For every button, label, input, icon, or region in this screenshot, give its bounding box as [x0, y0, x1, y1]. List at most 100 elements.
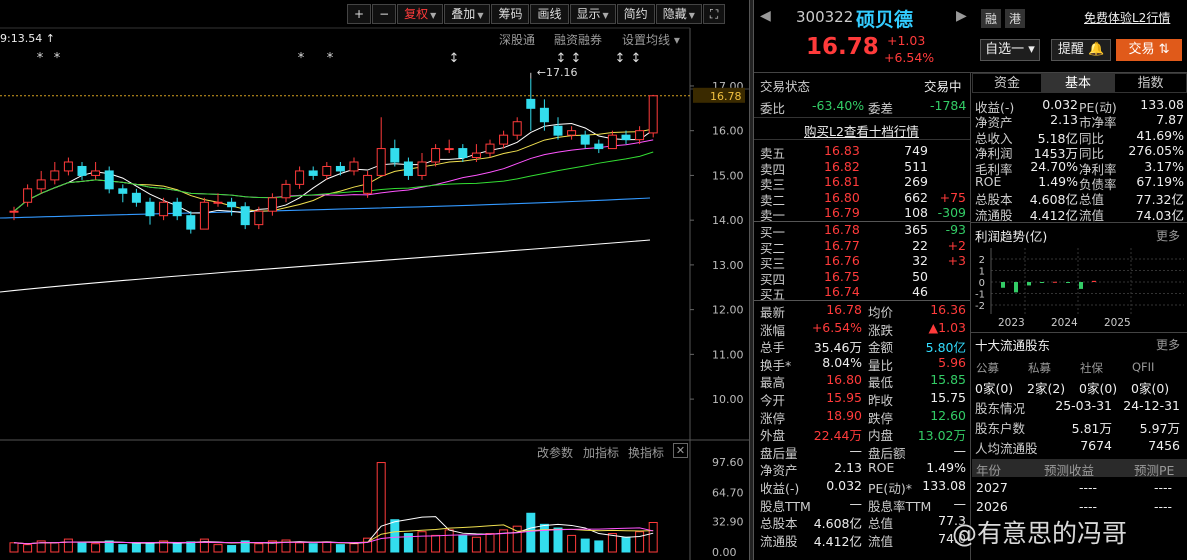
holder-row-b: 7456	[1148, 438, 1180, 453]
order-price: 16.77	[824, 237, 860, 253]
current-price-label: 16.78	[710, 90, 742, 103]
order-price: 16.79	[824, 205, 860, 220]
volume-bar	[50, 542, 60, 553]
quote-label: 流通股	[760, 533, 798, 549]
quote-value: 4.608亿	[813, 516, 862, 532]
order-price: 16.76	[824, 253, 860, 268]
zoom-in-button[interactable]: +	[347, 4, 372, 24]
volume-bar	[580, 538, 590, 553]
link-hsgt[interactable]: 深股通	[499, 31, 535, 48]
hide-label: 隐藏	[662, 7, 687, 21]
free-l2-link[interactable]: 免费体验L2行情	[1084, 9, 1170, 26]
chevron-down-icon: ▼	[430, 11, 437, 20]
holder-row-a: 25-03-31	[1055, 398, 1112, 413]
link-ma-settings[interactable]: 设置均线 ▾	[622, 31, 680, 48]
volume-bar	[172, 543, 182, 553]
forecast-eps: ----	[1079, 499, 1098, 514]
holder-count: 0家(0)	[1131, 381, 1170, 396]
candle-body	[580, 134, 590, 145]
add-indicator-button[interactable]: 加指标	[583, 444, 619, 461]
holder-count: 0家(0)	[1079, 381, 1118, 396]
quote-value: 16.78	[826, 302, 862, 317]
kline-svg[interactable]: 17.0016.0015.0014.0013.0012.0011.0010.00…	[0, 0, 749, 560]
expand-icon[interactable]: ⛶	[702, 4, 726, 24]
forecast-pe: ----	[1154, 499, 1173, 514]
change-params-button[interactable]: 改参数	[537, 444, 573, 461]
fund-value: 1.49%	[1038, 174, 1078, 189]
volume-bar	[349, 543, 359, 553]
volume-bar	[308, 543, 318, 553]
profit-ytick: -2	[975, 301, 985, 312]
volume-bar	[431, 534, 441, 553]
order-change: -93	[945, 222, 966, 237]
holders-more-link[interactable]: 更多	[1156, 336, 1180, 353]
order-volume: 269	[904, 174, 928, 189]
bell-icon: 🔔	[1087, 42, 1105, 57]
prev-stock-icon[interactable]: ◀	[760, 8, 771, 24]
alert-button[interactable]: 提醒 🔔	[1051, 39, 1111, 61]
volume-axis-label: 97.60	[712, 456, 744, 469]
candle-body	[512, 121, 522, 136]
chips-button[interactable]: 筹码	[491, 4, 530, 24]
time-readout: 9:13.54 ↑	[0, 32, 55, 45]
self-select-button[interactable]: 自选一 ▾	[980, 39, 1040, 61]
overlay-button[interactable]: 叠加 ▼	[444, 4, 491, 24]
quote-label: 总手	[760, 340, 786, 356]
adjust-button[interactable]: 复权 ▼	[397, 4, 444, 24]
draw-line-button[interactable]: 画线	[530, 4, 569, 24]
ma-line-5	[13, 123, 654, 214]
order-price: 16.82	[824, 158, 860, 174]
event-marker: ↕	[449, 51, 460, 66]
trade-status-label: 交易状态	[760, 79, 811, 94]
quote-label: PE(动)*	[868, 481, 912, 496]
trade-button[interactable]: 交易 ⇅	[1116, 39, 1182, 61]
order-volume: 32	[912, 253, 928, 268]
volume-bar	[322, 541, 332, 553]
display-button[interactable]: 显示 ▼	[569, 4, 616, 24]
ma-settings-label: 设置均线	[622, 33, 671, 47]
tab-basic[interactable]: 基本	[1042, 73, 1114, 93]
candle-body	[376, 148, 386, 176]
candle-body	[91, 170, 101, 176]
profit-year-label: 2023	[998, 317, 1025, 329]
peak-price-label: ←17.16	[537, 66, 578, 79]
candle-body	[417, 161, 427, 176]
hide-button[interactable]: 隐藏 ▼	[655, 4, 702, 24]
candle-body	[567, 130, 577, 136]
profit-more-link[interactable]: 更多	[1156, 227, 1180, 244]
volume-axis-label: 64.70	[712, 486, 744, 499]
quote-value: —	[953, 495, 967, 511]
quote-label: 涨幅	[760, 322, 786, 338]
weicha-value: -1784	[930, 98, 967, 113]
brief-button[interactable]: 简约	[616, 4, 655, 24]
zoom-out-button[interactable]: −	[372, 4, 397, 24]
link-margin[interactable]: 融资融券	[554, 31, 602, 48]
adjust-label: 复权	[404, 7, 429, 21]
order-volume: 365	[904, 222, 928, 237]
candle-body	[145, 201, 155, 217]
quote-value: ▲1.03	[928, 319, 966, 335]
switch-indicator-button[interactable]: 换指标	[628, 444, 664, 461]
quote-value: 35.46万	[813, 340, 862, 356]
close-icon[interactable]: ✕	[673, 443, 688, 458]
ma-line-120	[0, 197, 651, 219]
buy-l2-link[interactable]: 购买L2查看十档行情	[804, 121, 919, 140]
tab-funds[interactable]: 资金	[972, 73, 1042, 93]
order-price: 16.78	[824, 222, 860, 237]
candle-body	[199, 201, 209, 230]
order-price: 16.74	[824, 284, 860, 299]
event-marker: *	[298, 51, 305, 66]
event-marker: ↕	[631, 51, 642, 66]
display-label: 显示	[576, 7, 601, 21]
forecast-eps-header: 预测收益	[1044, 463, 1095, 478]
candle-body	[9, 210, 19, 213]
next-stock-icon[interactable]: ▶	[956, 8, 967, 24]
volume-bar	[199, 538, 209, 553]
profit-bar	[1027, 282, 1031, 286]
volume-bar	[63, 538, 73, 553]
quote-value: 2.13	[834, 460, 862, 476]
candle-body	[607, 134, 617, 150]
tab-index[interactable]: 指数	[1114, 73, 1187, 93]
quote-label: 涨停	[760, 410, 786, 426]
candle-body	[281, 183, 291, 199]
